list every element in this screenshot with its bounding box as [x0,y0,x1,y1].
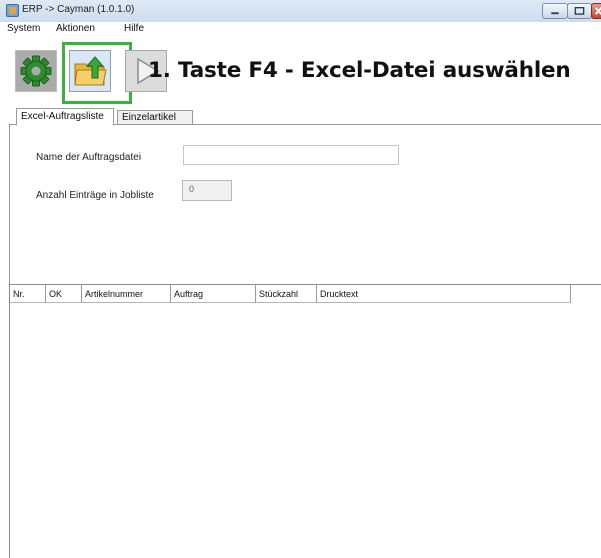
app-icon [6,4,19,17]
tab-panel: Name der Auftragsdatei Anzahl Einträge i… [9,124,601,284]
window-title: ERP -> Cayman (1.0.1.0) [22,4,135,15]
menu-bar: System Aktionen Hilfe [0,22,601,37]
column-header-nr[interactable]: Nr. [10,285,46,303]
filename-field[interactable] [183,145,399,165]
menu-hilfe[interactable]: Hilfe [124,23,144,34]
job-count-field: 0 [182,180,232,201]
title-bar[interactable]: ERP -> Cayman (1.0.1.0) [0,0,601,23]
maximize-button[interactable] [567,3,592,19]
tab-strip: Excel-Auftragsliste Einzelartikel [0,108,601,126]
column-header-drucktext[interactable]: Drucktext [317,285,571,303]
tab-einzelartikel[interactable]: Einzelartikel [117,110,193,125]
minimize-icon [551,12,559,15]
filename-label: Name der Auftragsdatei [36,152,142,163]
close-icon [595,7,601,15]
menu-system[interactable]: System [7,23,40,34]
close-button[interactable] [591,3,601,19]
column-header-artikelnummer[interactable]: Artikelnummer [82,285,171,303]
highlight-frame [62,42,132,104]
settings-button[interactable] [15,50,57,92]
gear-icon [20,55,52,87]
tab-excel-auftragsliste[interactable]: Excel-Auftragsliste [16,108,114,126]
maximize-icon [574,6,585,15]
job-count-label: Anzahl Einträge in Jobliste [36,190,154,201]
application-window: ERP -> Cayman (1.0.1.0) System Aktionen … [0,0,601,558]
menu-aktionen[interactable]: Aktionen [56,23,95,34]
toolbar: 1. Taste F4 - Excel-Datei auswählen [0,37,601,107]
column-header-stueckzahl[interactable]: Stückzahl [256,285,317,303]
minimize-button[interactable] [542,3,568,19]
instruction-callout: 1. Taste F4 - Excel-Datei auswählen [148,58,571,83]
column-header-auftrag[interactable]: Auftrag [171,285,256,303]
column-header-ok[interactable]: OK [46,285,82,303]
job-list[interactable]: Nr. OK Artikelnummer Auftrag Stückzahl D… [9,284,601,558]
